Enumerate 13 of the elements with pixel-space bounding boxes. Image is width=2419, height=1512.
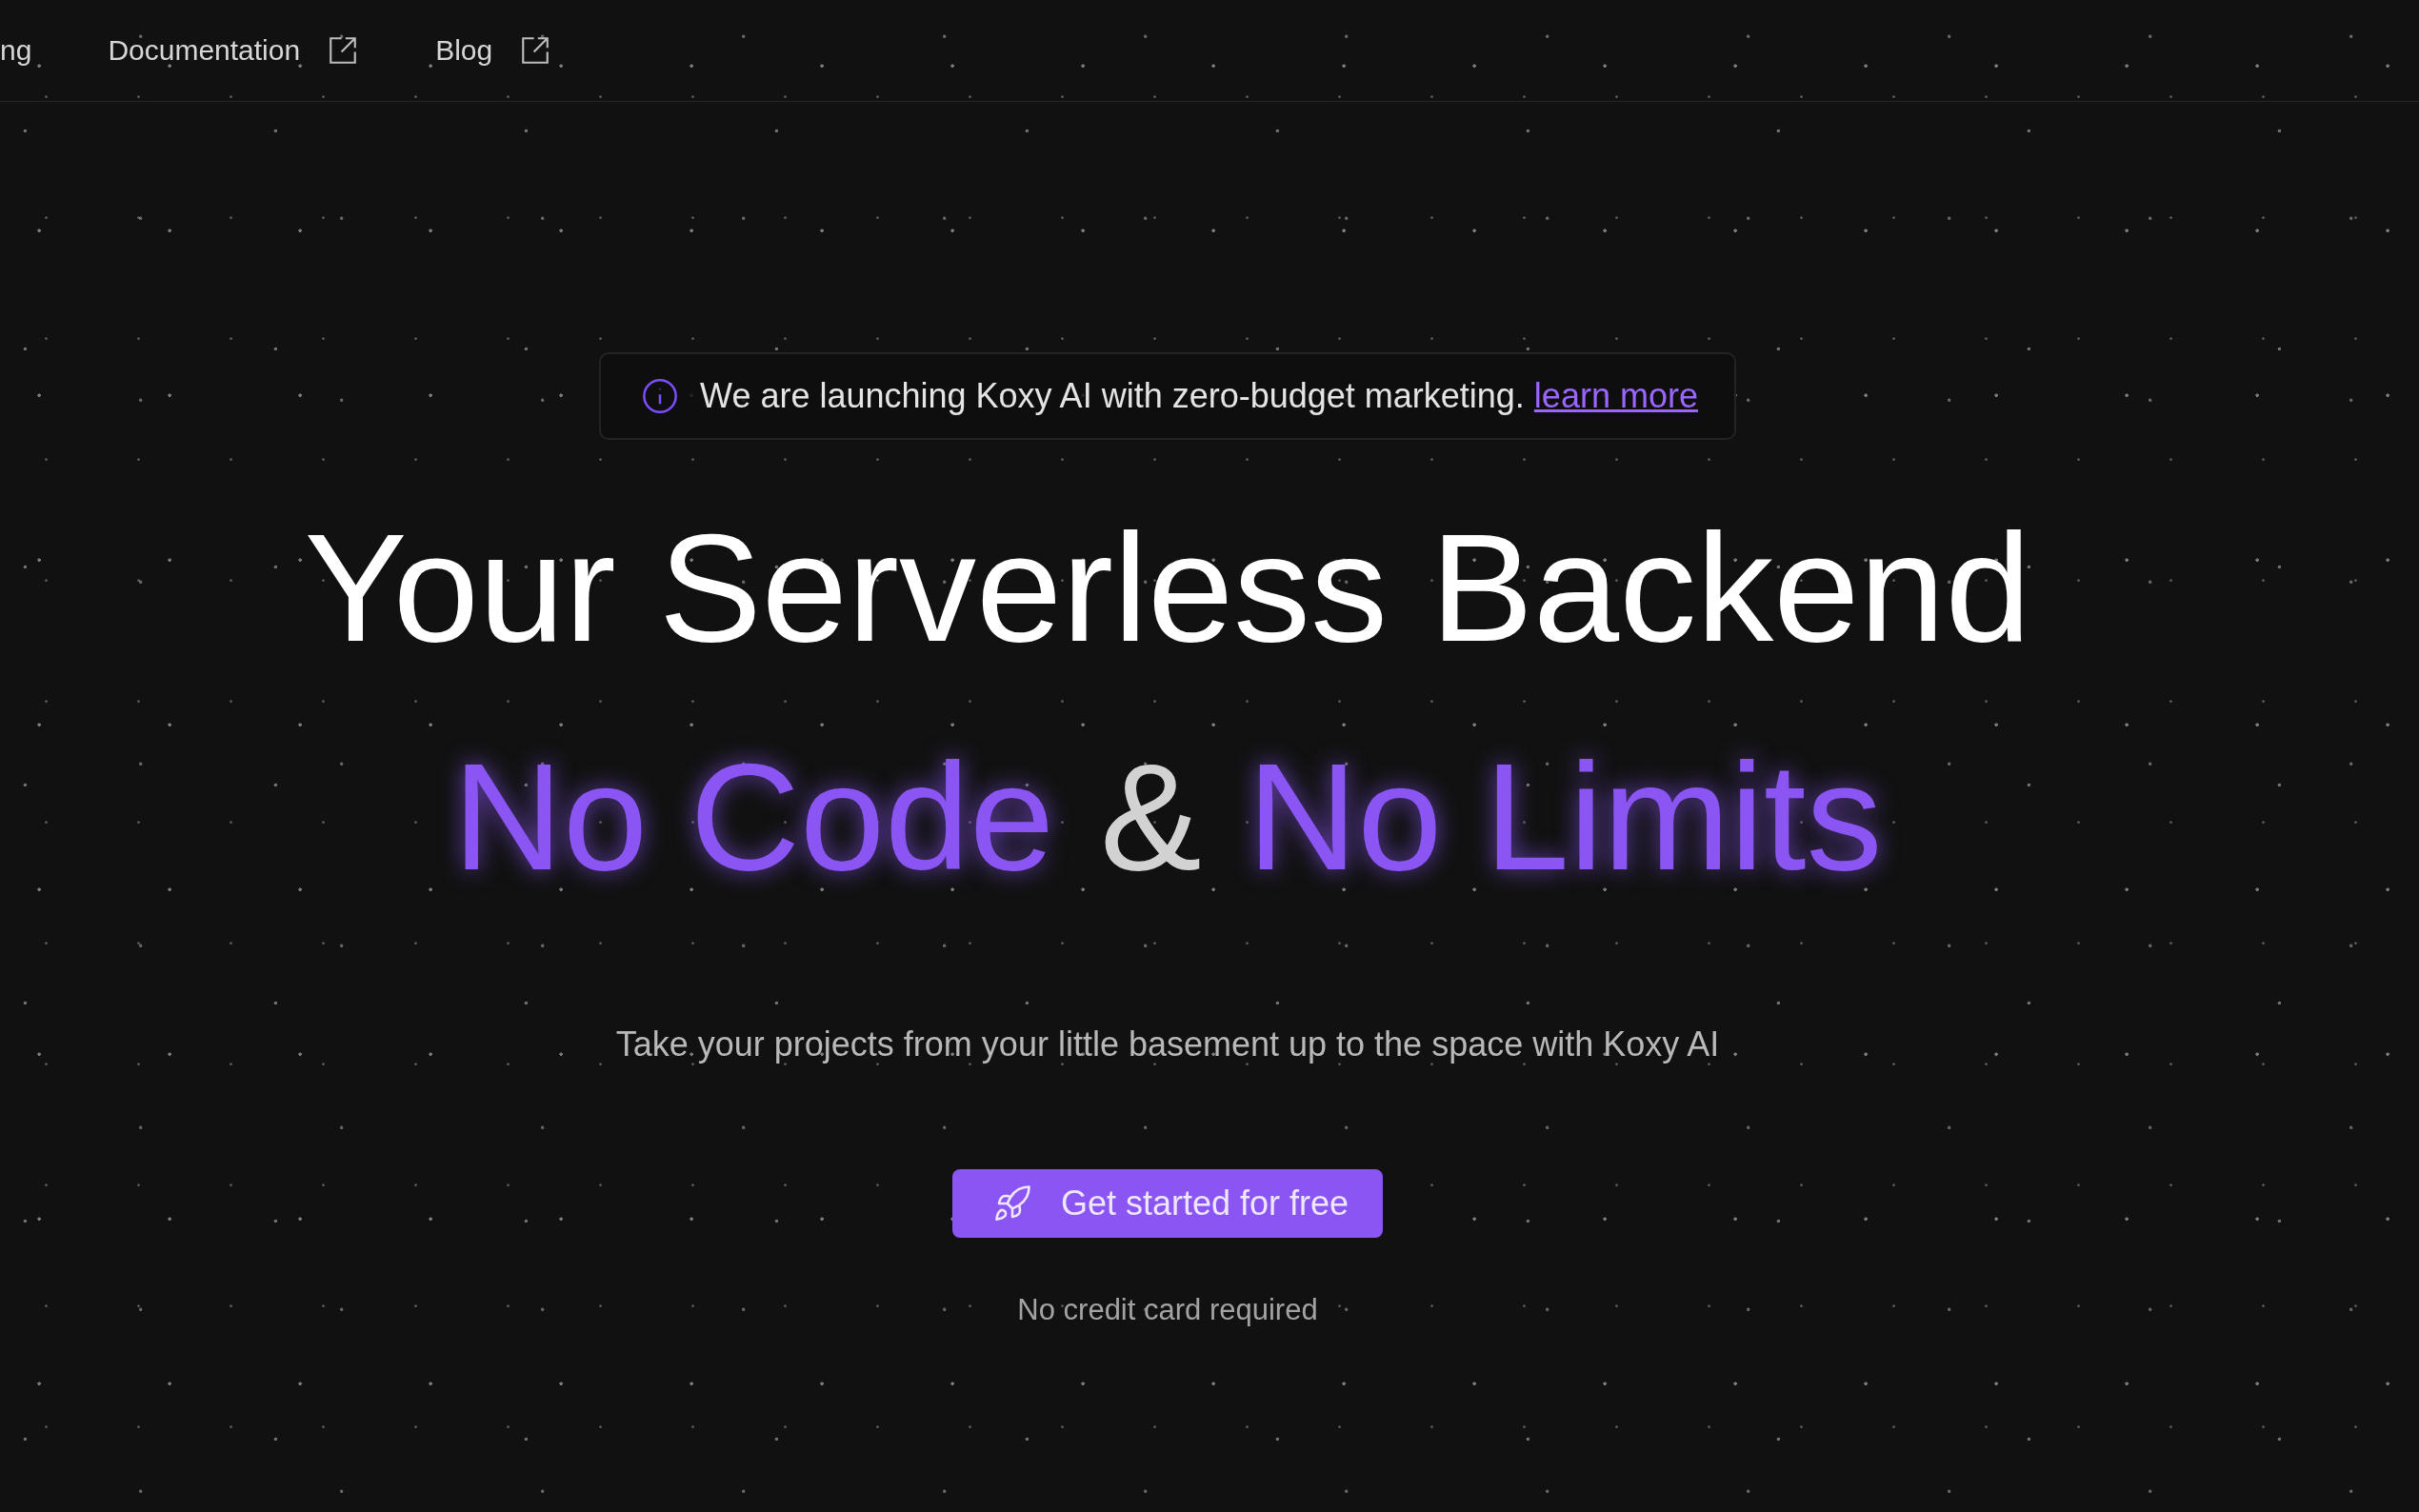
learn-more-link[interactable]: learn more [1533,376,1698,415]
nav-link[interactable]: ng [0,34,32,67]
subtitle: Take your projects from your little basement up to the space with Koxy AI [615,1025,1720,1065]
no-credit-card-note: No credit card required [1017,1293,1318,1328]
tagline-word: & [1100,730,1202,905]
tagline-word: No Code [452,730,1054,905]
tagline-word: No Limits [1247,730,1883,905]
get-started-button[interactable]: Get started for free [951,1169,1384,1239]
info-icon [641,377,680,415]
headline: Your Serverless Backend [304,500,2031,675]
nav-link[interactable]: Blog [435,34,552,67]
announcement-text: We are launching Koxy AI with zero-budget marketing. learn more [700,376,1698,416]
nav-link[interactable]: Documentation [108,34,360,67]
